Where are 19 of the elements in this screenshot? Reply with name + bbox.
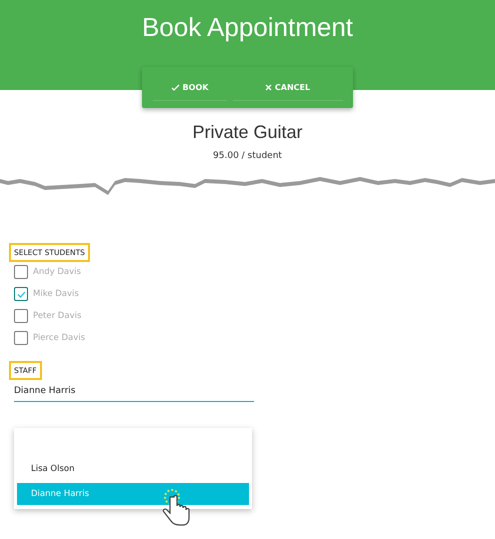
- page-title: Book Appointment: [142, 12, 354, 44]
- student-checkbox[interactable]: [14, 331, 28, 345]
- student-name: Andy Davis: [33, 267, 81, 277]
- service-price: 95.00 / student: [213, 151, 282, 161]
- student-name: Pierce Davis: [33, 333, 86, 343]
- student-checkbox[interactable]: [14, 309, 28, 323]
- staff-option[interactable]: Lisa Olson: [17, 458, 249, 480]
- staff-option[interactable]: Dianne Harris: [17, 483, 249, 505]
- book-button[interactable]: BOOK: [152, 74, 226, 100]
- student-name: Mike Davis: [33, 289, 79, 299]
- service-name: Private Guitar: [192, 122, 303, 143]
- staff-select[interactable]: Dianne Harris: [14, 386, 254, 402]
- cancel-button[interactable]: CANCEL: [232, 74, 342, 100]
- checkmark-icon: [16, 290, 26, 298]
- student-checkbox[interactable]: [14, 265, 28, 279]
- student-checkbox[interactable]: [14, 287, 28, 301]
- close-icon: [264, 84, 272, 90]
- student-name: Peter Davis: [33, 311, 82, 321]
- check-icon: [170, 84, 180, 90]
